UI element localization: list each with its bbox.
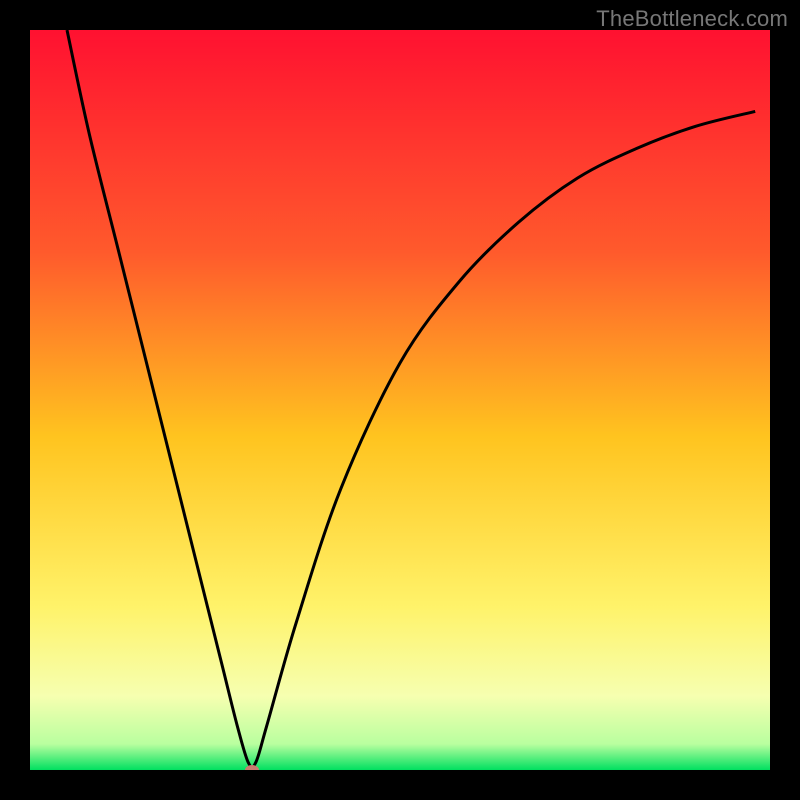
chart-frame: TheBottleneck.com xyxy=(0,0,800,800)
watermark-text: TheBottleneck.com xyxy=(596,6,788,32)
optimal-point-marker xyxy=(245,765,259,770)
curve-layer xyxy=(30,30,770,770)
plot-area xyxy=(30,30,770,770)
bottleneck-curve xyxy=(67,30,755,767)
